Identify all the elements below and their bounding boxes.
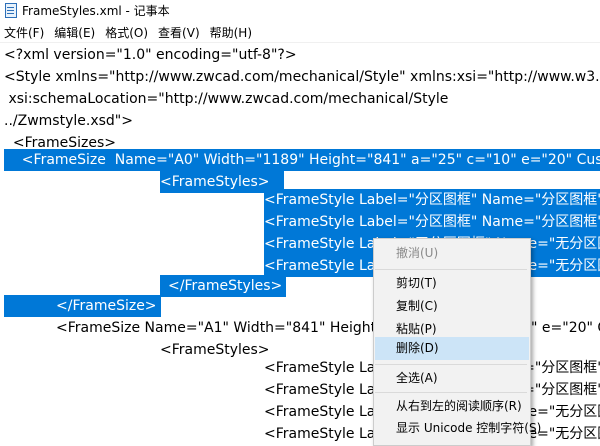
editor-line: ../Zwmstyle.xsd"> bbox=[4, 113, 133, 129]
editor-line-selected: <FrameStyle Label="分区图框" Name="分区图框" Ori… bbox=[264, 211, 600, 233]
context-rtl-reading-order[interactable]: 从右到左的阅读顺序(R) bbox=[375, 395, 529, 418]
title-bar: FrameStyles.xml - 记事本 bbox=[0, 0, 600, 20]
context-select-all[interactable]: 全选(A) bbox=[375, 367, 529, 390]
menu-view[interactable]: 查看(V) bbox=[153, 24, 205, 41]
context-undo[interactable]: 撤消(U) bbox=[375, 242, 529, 265]
editor-line: xsi:schemaLocation="http://www.zwcad.com… bbox=[4, 91, 449, 107]
menu-help[interactable]: 帮助(H) bbox=[205, 24, 257, 41]
menu-separator bbox=[375, 364, 527, 365]
editor-line-selected: </FrameSize> bbox=[4, 295, 161, 317]
context-menu: 撤消(U) 剪切(T) 复制(C) 粘贴(P) 删除(D) 全选(A) 从右到左… bbox=[373, 238, 541, 446]
context-delete[interactable]: 删除(D) bbox=[375, 337, 529, 360]
context-cut[interactable]: 剪切(T) bbox=[375, 272, 529, 295]
editor-line: <?xml version="1.0" encoding="utf-8"?> bbox=[4, 47, 297, 63]
menu-separator bbox=[375, 392, 527, 393]
editor-line: <Style xmlns="http://www.zwcad.com/mecha… bbox=[4, 69, 600, 85]
menu-edit[interactable]: 编辑(E) bbox=[49, 24, 100, 41]
window-title: FrameStyles.xml - 记事本 bbox=[22, 3, 170, 18]
editor-line-selected: </FrameStyles> bbox=[160, 275, 287, 297]
editor-line-selected: <FrameSize Name="A0" Width="1189" Height… bbox=[4, 149, 600, 171]
menu-bar: 文件(F) 编辑(E) 格式(O) 查看(V) 帮助(H) bbox=[0, 22, 600, 43]
context-show-unicode[interactable]: 显示 Unicode 控制字符(S) bbox=[375, 417, 541, 440]
context-copy[interactable]: 复制(C) bbox=[375, 295, 529, 318]
menu-file[interactable]: 文件(F) bbox=[0, 24, 49, 41]
notepad-icon bbox=[4, 3, 18, 18]
editor-line-selected: <FrameStyle Label="分区图框" Name="分区图框" Ori… bbox=[264, 189, 600, 211]
editor-line: <FrameStyles> bbox=[160, 342, 270, 358]
menu-separator bbox=[375, 269, 527, 270]
menu-format[interactable]: 格式(O) bbox=[100, 24, 153, 41]
